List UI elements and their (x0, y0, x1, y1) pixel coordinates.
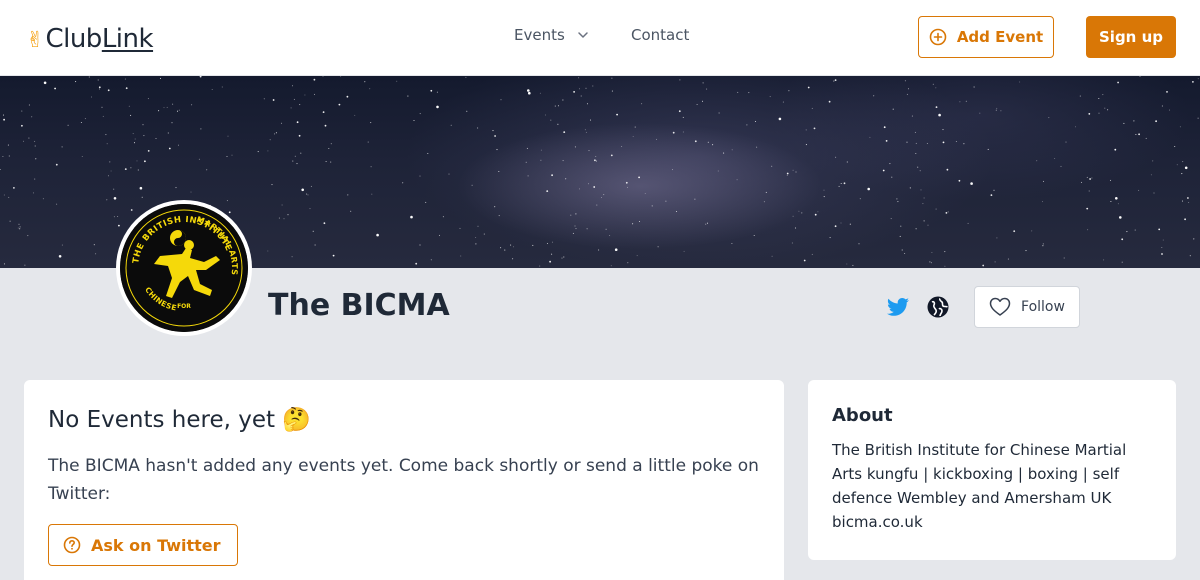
events-card: No Events here, yet 🤔 The BICMA hasn't a… (24, 380, 784, 580)
about-title: About (832, 405, 893, 426)
add-event-button[interactable]: Add Event (918, 16, 1054, 58)
clublink-logo[interactable]: ✌ Club Link (26, 20, 154, 54)
events-empty-title: No Events here, yet 🤔 (48, 407, 311, 433)
follow-button[interactable]: Follow (974, 286, 1080, 328)
plus-circle-icon (929, 28, 947, 46)
sign-up-label: Sign up (1099, 28, 1163, 46)
add-event-label: Add Event (956, 28, 1044, 46)
events-empty-message: The BICMA hasn't added any events yet. C… (48, 456, 759, 504)
ask-on-twitter-label: Ask on Twitter (91, 535, 221, 555)
nav-events-dropdown[interactable]: Events (514, 26, 589, 44)
svg-text:FOR: FOR (177, 303, 191, 310)
website-link[interactable]: bicma.co.uk (832, 513, 923, 531)
question-circle-icon (63, 536, 81, 554)
victory-hand-icon: ✌ (26, 28, 45, 53)
twitter-icon[interactable] (886, 295, 910, 319)
nav-events-label: Events (514, 26, 565, 44)
nav-contact-link[interactable]: Contact (631, 26, 689, 44)
nav-contact-label: Contact (631, 26, 690, 44)
logo-text-club: Club (45, 24, 102, 54)
ask-on-twitter-button[interactable]: Ask on Twitter (48, 524, 238, 566)
globe-icon[interactable] (926, 295, 950, 319)
top-navbar: ✌ Club Link Events Contact Add Event Sig… (0, 0, 1200, 76)
logo-text-link: Link (101, 24, 154, 54)
about-description: The British Institute for Chinese Martia… (832, 441, 1127, 507)
about-card: About The British Institute for Chinese … (808, 380, 1176, 560)
club-avatar: THE BRITISH INSTITUTE MARTIAL ARTS CHINE… (116, 200, 252, 336)
sign-up-button[interactable]: Sign up (1086, 16, 1176, 58)
bicma-logo-image: THE BRITISH INSTITUTE MARTIAL ARTS CHINE… (120, 204, 248, 332)
chevron-down-icon (578, 32, 588, 38)
follow-label: Follow (1021, 299, 1065, 315)
club-name-heading: The BICMA (268, 288, 450, 323)
heart-icon (989, 297, 1011, 316)
